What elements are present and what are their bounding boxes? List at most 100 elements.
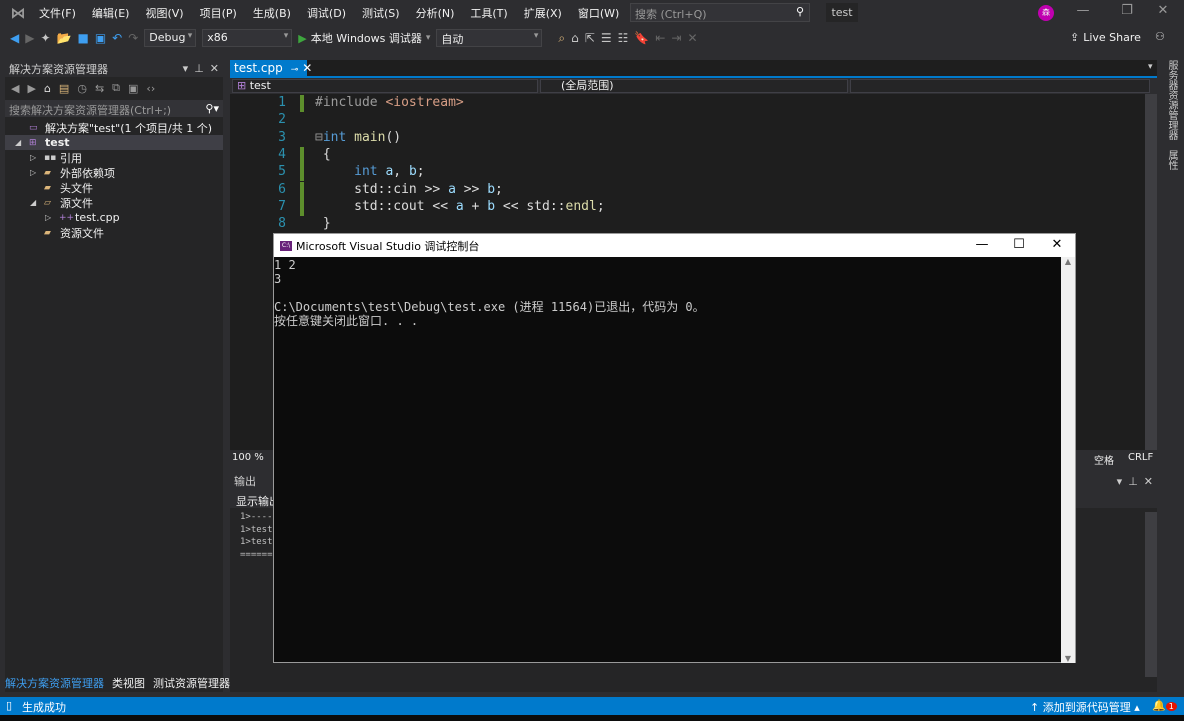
menu-item[interactable]: 窗口(W) [570,5,627,21]
live-share-button[interactable]: ⇪ Live Share [1070,31,1141,44]
expander-icon[interactable]: ◢ [15,138,29,147]
menu-item[interactable]: 项目(P) [192,5,245,21]
side-tab[interactable]: 服务器资源管理器 [1163,60,1179,140]
bookmark-icon[interactable]: 🔖 [634,31,649,45]
expander-icon[interactable]: ▷ [30,153,44,162]
sync-icon[interactable]: ⇆ [95,82,104,95]
forward-icon[interactable]: ▶ [27,82,35,95]
code-line[interactable]: 4 { [230,146,1130,164]
home-icon[interactable]: ⌂ [571,31,579,45]
run-mode-select[interactable]: 自动 [436,29,543,47]
restore-button[interactable]: ❐ [1112,3,1142,23]
code-line[interactable]: 3 ⊟int main() [230,130,1130,147]
notification-bell-icon[interactable]: 🔔 1 [1152,699,1177,712]
console-scrollbar[interactable]: ▲ ▼ [1061,257,1075,663]
member-select[interactable] [850,79,1150,93]
menu-item[interactable]: 扩展(X) [516,5,570,21]
menu-item[interactable]: 编辑(E) [84,5,138,21]
tree-item[interactable]: ◢ ▱ 源文件 [5,195,223,210]
console-output[interactable]: 1 2 3 C:\Documents\test\Debug\test.exe (进程… [274,257,1075,328]
code-line[interactable]: 6 std::cin >> a >> b; [230,181,1130,199]
close-tab-icon[interactable]: ✕ [302,61,312,75]
open-file-icon[interactable]: 📂 [57,31,72,45]
tree-item[interactable]: ▷ ++ test.cpp [5,210,223,225]
bottom-tab[interactable]: 解决方案资源管理器 [5,675,104,691]
debug-console-window[interactable]: C:\ Microsoft Visual Studio 调试控制台 — ☐ ✕ … [273,233,1076,663]
tree-item[interactable]: ▰ 资源文件 [5,225,223,240]
code-line[interactable]: 5 int a, b; [230,164,1130,182]
expander-icon[interactable]: ▷ [45,213,59,222]
console-title-bar[interactable]: C:\ Microsoft Visual Studio 调试控制台 — ☐ ✕ [274,234,1075,257]
next-bookmark-icon[interactable]: ⇥ [671,31,681,45]
collapse-all-icon[interactable]: ⧉ [112,81,120,95]
pin-icon[interactable]: ⊥ [1128,475,1138,488]
tree-item[interactable]: ◢ ⊞ test [5,135,223,150]
code-line[interactable]: 1 #include <iostream> [230,95,1130,112]
feedback-icon[interactable]: ⚇ [1155,30,1165,43]
run-button[interactable]: ▶ 本地 Windows 调试器 ▾ [298,30,430,46]
tab-test-cpp[interactable]: test.cpp ⊸ ✕ [230,60,312,76]
menu-item[interactable]: 分析(N) [408,5,463,21]
console-maximize-button[interactable]: ☐ [1004,237,1034,252]
expander-icon[interactable]: ◢ [30,198,44,207]
prev-bookmark-icon[interactable]: ⇤ [655,31,665,45]
comment-icon[interactable]: ☰ [601,31,612,45]
global-scope-select[interactable]: (全局范围) [540,79,848,93]
platform-select[interactable]: x86 [202,29,293,47]
code-line[interactable]: 8 } [230,216,1130,233]
close-icon[interactable]: ✕ [1144,475,1153,488]
tree-item[interactable]: ▷ ▪▪ 引用 [5,150,223,165]
forward-icon[interactable]: ▶ [25,31,34,45]
side-tab[interactable]: 属性 [1163,150,1179,170]
bottom-tab[interactable]: 测试资源管理器 [153,675,230,691]
pending-changes-icon[interactable]: ◷ [77,82,87,95]
editor-scrollbar[interactable] [1145,94,1157,450]
tree-item[interactable]: ▰ 头文件 [5,180,223,195]
project-scope-select[interactable]: ⊞ test [232,79,538,93]
bottom-tab[interactable]: 类视图 [112,675,145,691]
undo-icon[interactable]: ↶ [112,31,122,45]
minimize-button[interactable]: — [1068,3,1098,23]
indent-mode[interactable]: 空格 [1094,452,1114,467]
pin-icon[interactable]: ⊸ [291,65,299,75]
dropdown-icon[interactable]: ▾ [183,62,189,75]
redo-icon[interactable]: ↷ [128,31,138,45]
zoom-level[interactable]: 100 % [232,452,264,463]
console-minimize-button[interactable]: — [967,237,997,252]
avatar[interactable]: 森 [1038,5,1054,21]
new-project-icon[interactable]: ✦ [40,31,50,45]
find-in-files-icon[interactable]: ⌕ [558,31,565,46]
menu-item[interactable]: 生成(B) [245,5,299,21]
tree-item[interactable]: ▷ ▰ 外部依赖项 [5,165,223,180]
output-scrollbar[interactable] [1145,512,1157,677]
menu-item[interactable]: 视图(V) [137,5,191,21]
clear-bookmarks-icon[interactable]: ✕ [687,31,697,45]
uncomment-icon[interactable]: ☷ [618,31,629,45]
save-all-icon[interactable]: ▣ [95,31,106,45]
search-input[interactable]: 搜索 (Ctrl+Q) ⚲ [630,3,810,22]
solution-search-input[interactable]: 搜索解决方案资源管理器(Ctrl+;) ⚲▾ [5,100,223,117]
pointer-icon[interactable]: ⇱ [585,31,595,45]
console-close-button[interactable]: ✕ [1042,237,1072,252]
code-line[interactable]: 2 [230,112,1130,129]
tab-overflow-icon[interactable]: ▾ [1148,62,1153,72]
switch-views-icon[interactable]: ▤ [59,82,69,95]
show-all-files-icon[interactable]: ▣ [128,82,138,95]
home-icon[interactable]: ⌂ [44,82,51,95]
pin-icon[interactable]: ⊥ [194,62,204,75]
tree-item[interactable]: ▭ 解决方案"test"(1 个项目/共 1 个) [5,120,223,135]
code-line[interactable]: 7 std::cout << a + b << std::endl; [230,198,1130,216]
code-view-icon[interactable]: ‹› [146,82,155,95]
back-icon[interactable]: ◀ [11,82,19,95]
close-button[interactable]: ✕ [1148,3,1178,23]
back-icon[interactable]: ◀ [10,31,19,45]
expander-icon[interactable]: ▷ [30,168,44,177]
menu-item[interactable]: 工具(T) [462,5,515,21]
save-icon[interactable]: ■ [77,31,88,45]
line-ending[interactable]: CRLF [1128,452,1153,463]
menu-item[interactable]: 调试(D) [299,5,354,21]
config-select[interactable]: Debug [144,29,197,47]
close-icon[interactable]: ✕ [210,62,219,75]
dropdown-icon[interactable]: ▾ [1117,475,1123,488]
menu-item[interactable]: 测试(S) [354,5,408,21]
